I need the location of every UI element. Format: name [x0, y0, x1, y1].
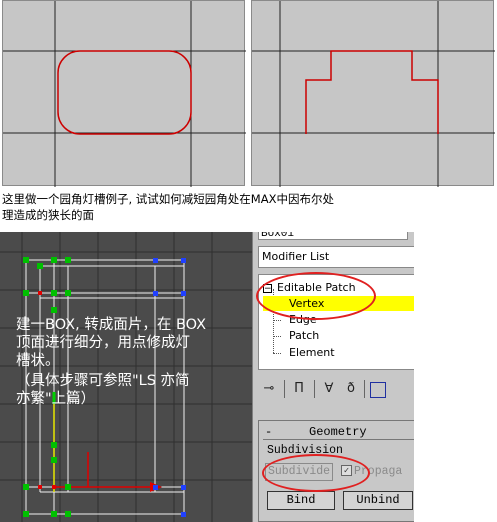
stepped-profile-drawing: [252, 1, 495, 187]
overlay-text-line-4: （具体步骤可参照"LS 亦简: [16, 373, 190, 389]
rollout-title: Geometry: [309, 425, 367, 439]
object-name-field[interactable]: Box01: [258, 232, 408, 240]
make-unique-icon[interactable]: ∀: [320, 380, 338, 398]
annotation-ellipse-stack: [256, 272, 376, 320]
perspective-viewport[interactable]: 建一BOX, 转成面片，在 BOX 顶面进行细分，用点修成灯 槽状。 （具体步骤…: [0, 232, 252, 522]
configure-sets-icon[interactable]: [370, 382, 386, 398]
annotation-ellipse-subdivide: [262, 454, 370, 492]
rollout-collapse-icon[interactable]: -: [265, 425, 272, 439]
overlay-text-line-2: 顶面进行细分，用点修成灯: [16, 335, 190, 351]
toolbar-separator: [364, 380, 365, 398]
pin-stack-icon[interactable]: ⊸: [260, 380, 278, 398]
stack-item-patch[interactable]: Patch: [289, 328, 319, 343]
overlay-text-line-3: 槽状。: [16, 353, 60, 369]
rounded-rect-drawing: [3, 1, 246, 187]
stack-tree-branch: [273, 320, 281, 321]
unbind-button[interactable]: Unbind: [343, 491, 413, 510]
stack-item-element[interactable]: Element: [289, 345, 335, 360]
overlay-text-line-5: 亦繁"上篇）: [16, 391, 96, 407]
modifier-list-dropdown[interactable]: Modifier List: [258, 246, 414, 268]
bind-button[interactable]: Bind: [267, 491, 335, 510]
caption-line-2: 理造成的狭长的面: [2, 208, 94, 222]
stack-toolbar: ⊸ Π ∀ ð: [258, 376, 414, 402]
top-viewport-rounded-rect[interactable]: [2, 0, 246, 187]
rollout-divider: [263, 439, 414, 440]
subdivision-group-label: Subdivision: [267, 444, 343, 457]
rollout-header[interactable]: - Geometry: [259, 425, 414, 439]
caption-line-1: 这里做一个园角灯槽例子, 试试如何减短园角处在MAX中因布尔处: [2, 192, 334, 206]
stack-tree-branch: [273, 353, 281, 354]
toolbar-separator: [284, 380, 285, 398]
overlay-text-line-1: 建一BOX, 转成面片，在 BOX: [16, 317, 207, 333]
show-end-result-icon[interactable]: Π: [290, 380, 308, 398]
stack-tree-branch: [273, 336, 281, 337]
toolbar-separator: [314, 380, 315, 398]
remove-modifier-icon[interactable]: ð: [342, 380, 360, 398]
top-viewport-stepped-profile[interactable]: [251, 0, 495, 187]
